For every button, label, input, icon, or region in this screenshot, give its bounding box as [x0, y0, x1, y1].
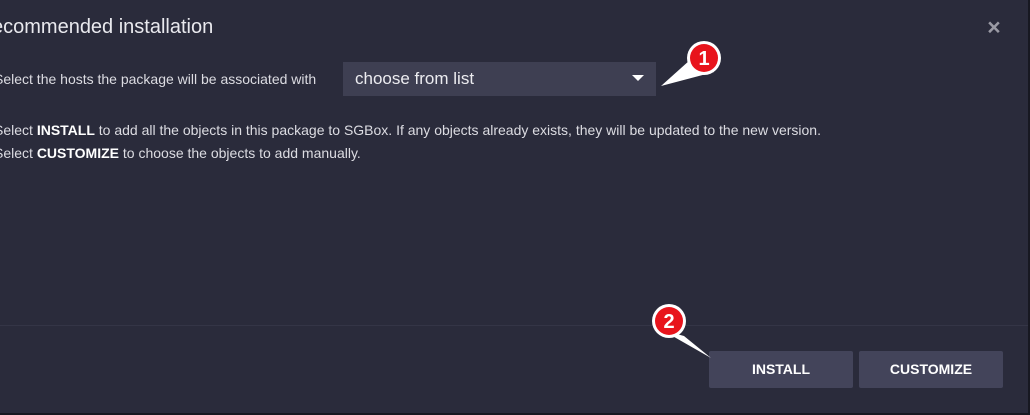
install-button[interactable]: INSTALL — [709, 351, 853, 388]
host-select-value: choose from list — [355, 69, 475, 88]
footer-divider — [0, 325, 1028, 326]
callout-number-1: 1 — [698, 48, 709, 70]
callout-number-2: 2 — [663, 311, 674, 333]
customize-description-prefix: Select — [0, 145, 33, 161]
customize-button[interactable]: CUSTOMIZE — [859, 351, 1003, 388]
install-keyword: INSTALL — [36, 122, 95, 138]
host-select-label: Select the hosts the package will be ass… — [0, 71, 317, 87]
callout-badge-1: 1 — [661, 41, 721, 86]
close-icon[interactable]: × — [984, 16, 1004, 39]
install-description-suffix: to add all the objects in this package t… — [94, 122, 821, 138]
install-description-prefix: Select — [0, 122, 33, 138]
customize-description-suffix: to choose the objects to add manually. — [119, 145, 361, 161]
host-select-dropdown[interactable]: choose from list — [343, 62, 656, 96]
recommended-installation-dialog: ecommended installation × Select the hos… — [0, 0, 1030, 415]
install-description: Select INSTALL to add all the objects in… — [0, 122, 821, 138]
chevron-down-icon — [632, 75, 644, 81]
dialog-title: ecommended installation — [0, 16, 214, 38]
customize-keyword: CUSTOMIZE — [36, 145, 120, 161]
customize-description: Select CUSTOMIZE to choose the objects t… — [0, 145, 361, 161]
callout-badge-2: 2 — [652, 304, 711, 358]
